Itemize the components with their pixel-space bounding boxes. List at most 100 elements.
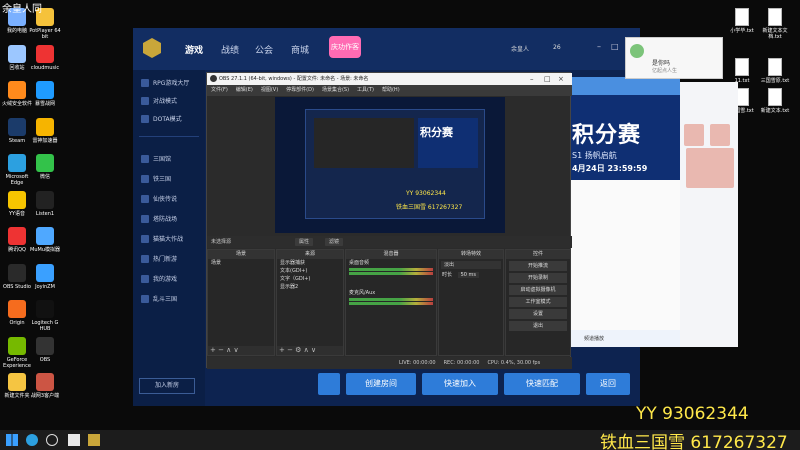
quick-join-button[interactable]: 快速加入 — [422, 373, 498, 395]
sidebar-item-label: 仙侠传说 — [153, 196, 178, 203]
start-virtual-camera-button[interactable]: 启动虚拟摄像机 — [509, 285, 567, 295]
minimize-icon[interactable]: – — [597, 42, 601, 51]
obs-preview[interactable]: 积分赛 YY 93062344 铁血三国雪 617267327 — [275, 97, 505, 233]
desktop-icon-label: 微信 — [39, 174, 50, 180]
nav-game[interactable]: 游戏 — [185, 43, 203, 56]
start-streaming-button[interactable]: 开始推流 — [509, 261, 567, 271]
chat-side-panel — [680, 82, 738, 347]
settings-button[interactable]: 设置 — [509, 309, 567, 319]
desktop-file-icon[interactable]: 三国雪原.txt — [760, 58, 790, 84]
sidebar-item[interactable]: 三国馆 — [141, 154, 171, 163]
transition-select[interactable]: 淡出 — [441, 261, 501, 269]
maximize-icon[interactable]: □ — [544, 73, 551, 85]
properties-button[interactable]: 属性 — [295, 238, 314, 246]
exit-button[interactable]: 退出 — [509, 321, 567, 331]
sidebar-item-icon — [141, 154, 149, 163]
join-room-button[interactable]: 加入新房 — [139, 378, 195, 394]
nav-shop[interactable]: 商城 — [291, 43, 309, 56]
close-icon[interactable]: × — [558, 73, 564, 85]
no-source-label: 未选择源 — [211, 239, 232, 245]
back-button[interactable]: 返回 — [586, 373, 630, 395]
event-banner[interactable]: 庆功作客 — [329, 36, 361, 58]
sidebar-item[interactable]: 热门新游 — [141, 254, 177, 263]
quick-match-button[interactable]: 快速匹配 — [504, 373, 580, 395]
sidebar-item-icon — [141, 174, 149, 183]
desktop-icon[interactable]: 战网3客户端 — [28, 373, 62, 399]
menu-item[interactable]: 工具(T) — [357, 85, 374, 96]
list-item[interactable]: 显示器2 — [277, 283, 343, 291]
desktop-icon[interactable]: 雷神加速器 — [28, 117, 62, 144]
avatar[interactable] — [684, 124, 704, 146]
desktop-icon[interactable]: 暴雪战网 — [28, 81, 62, 107]
studio-mode-button[interactable]: 工作室模式 — [509, 297, 567, 307]
avatar[interactable] — [686, 148, 734, 188]
sources-dock-toolbar[interactable]: + − ⚙ ∧ ∨ — [277, 346, 343, 355]
list-item[interactable]: 场景 — [208, 259, 274, 267]
menu-item[interactable]: 停靠部件(D) — [286, 85, 314, 96]
contact-card[interactable]: 是你吗 亿起点人生 — [625, 37, 723, 79]
sidebar-item[interactable]: 仙侠传说 — [141, 194, 177, 203]
chat-body — [570, 180, 680, 330]
menu-item[interactable]: 视图(V) — [261, 85, 278, 96]
room-list-icon[interactable] — [318, 373, 340, 395]
sources-dock: 来源 显示器捕获 文本(GDI+) 文字（GDI+) 显示器2 + − ⚙ ∧ … — [276, 249, 344, 356]
scenes-dock-toolbar[interactable]: + − ∧ ∨ — [208, 346, 274, 355]
volume-meter — [349, 272, 433, 275]
maximize-icon[interactable]: □ — [611, 42, 619, 51]
create-room-button[interactable]: 创建房间 — [346, 373, 416, 395]
desktop-icon[interactable]: cloudmusic — [28, 44, 62, 71]
tournament-banner[interactable]: 积分赛 S1 扬帆启航 4月24日 23:59:59 — [570, 95, 680, 180]
menu-item[interactable]: 帮助(H) — [382, 85, 400, 96]
corner-overlay-text: 余皇人同 — [2, 4, 42, 15]
volume-meter — [349, 268, 433, 271]
list-item[interactable]: 文本(GDI+) — [277, 267, 343, 275]
sidebar-item[interactable]: 我的游戏 — [141, 274, 177, 283]
game-launcher-icon[interactable] — [88, 434, 100, 446]
sidebar-item[interactable]: RPG游戏大厅 — [141, 78, 189, 87]
list-item[interactable]: 文字（GDI+) — [277, 275, 343, 283]
sidebar-item[interactable]: 猫猫大作战 — [141, 234, 183, 243]
file-explorer-icon[interactable] — [68, 434, 80, 446]
nav-guild[interactable]: 公会 — [255, 43, 273, 56]
menu-item[interactable]: 场景集合(S) — [322, 85, 349, 96]
avatar[interactable] — [710, 124, 730, 146]
sidebar-item[interactable]: DOTA模式 — [141, 114, 182, 123]
menu-item[interactable]: 编辑(E) — [236, 85, 253, 96]
desktop-file-icon[interactable]: 新建文本.txt — [760, 88, 790, 114]
duration-input[interactable]: 50 ms — [457, 272, 480, 278]
desktop-icon-label: OBS — [39, 356, 51, 363]
folder-icon — [8, 373, 26, 391]
start-recording-button[interactable]: 开始录制 — [509, 273, 567, 283]
nav-record[interactable]: 战绩 — [221, 43, 239, 56]
desktop-icon[interactable]: MuMu模拟器 — [28, 227, 62, 253]
duration-row[interactable]: 时长 50 ms — [439, 271, 503, 279]
desktop-icon[interactable]: Listen1 — [28, 190, 62, 217]
logitech-icon — [36, 300, 54, 318]
sidebar-item-icon — [141, 194, 149, 203]
desktop-icon[interactable]: JoyinZM — [28, 263, 62, 290]
list-item[interactable]: 显示器捕获 — [277, 259, 343, 267]
filters-button[interactable]: 滤镜 — [325, 238, 344, 246]
obs-source-toolbar: 未选择源 属性 滤镜 — [207, 236, 572, 248]
desktop-icon[interactable]: 微信 — [28, 154, 62, 180]
transitions-dock-title: 转场特效 — [439, 250, 503, 259]
sidebar-item[interactable]: 乱斗三国 — [141, 294, 177, 303]
sidebar-item[interactable]: 塔防战场 — [141, 214, 177, 223]
desktop-file-icon[interactable]: 新建文本文档.txt — [760, 8, 790, 40]
live-status: LIVE: 00:00:00 — [399, 360, 436, 366]
tournament-subtitle: S1 扬帆启航 — [572, 151, 617, 160]
desktop-icon[interactable]: Logitech G HUB — [28, 300, 62, 332]
minimize-icon[interactable]: – — [530, 73, 534, 85]
user-name[interactable]: 余皇人 — [511, 44, 529, 53]
obs-icon[interactable] — [46, 434, 58, 446]
channel-play-label[interactable]: 频道播放 — [584, 335, 604, 342]
sidebar-item[interactable]: 对战模式 — [141, 96, 177, 105]
desktop-icon[interactable]: OBS — [28, 336, 62, 363]
desktop-file-icon[interactable]: 小学毕.txt — [727, 8, 757, 34]
battlenet-icon — [36, 81, 54, 99]
windows-start-icon[interactable] — [6, 434, 18, 446]
desktop-file-icon[interactable]: 11.txt — [727, 58, 757, 84]
sidebar-item[interactable]: 铁三国 — [141, 174, 171, 183]
edge-icon[interactable] — [26, 434, 38, 446]
menu-item[interactable]: 文件(F) — [211, 85, 228, 96]
